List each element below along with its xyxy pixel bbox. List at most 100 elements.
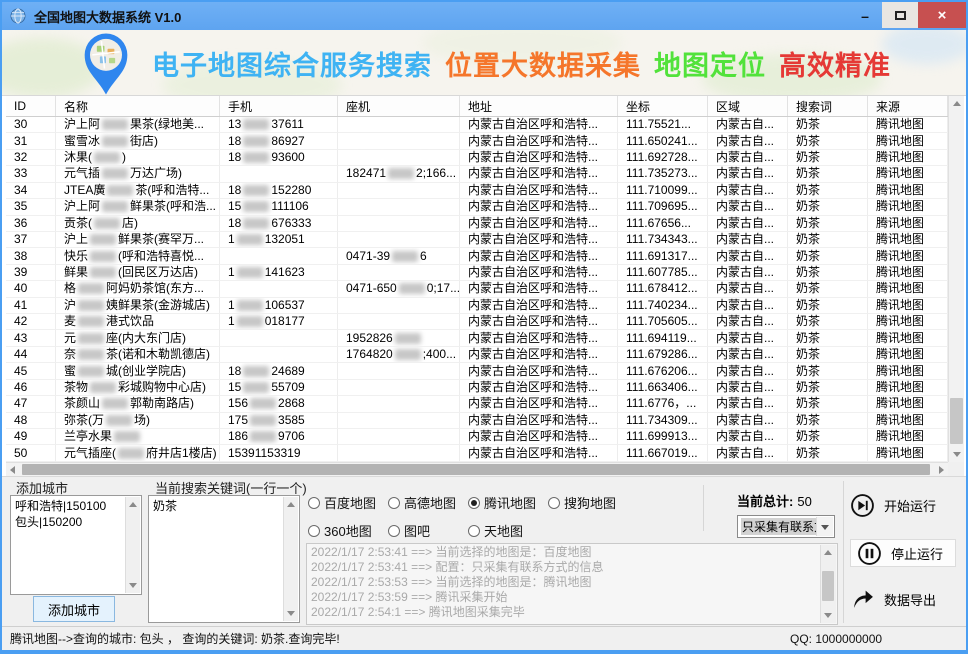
cell-landline: 1764820;400... [338,347,460,363]
table-row[interactable]: 41沪姨鲜果茶(金游城店)1106537内蒙古自治区呼和浩特...111.740… [6,298,948,314]
column-header-source[interactable]: 来源 [868,96,948,116]
column-header-landline[interactable]: 座机 [338,96,460,116]
radio-icon[interactable] [388,497,400,509]
cell-name: 蜜雪冰街店) [56,133,220,149]
radio-map-6[interactable]: 图吧 [388,521,468,540]
table-row[interactable]: 46茶物彩城购物中心店)1555709内蒙古自治区呼和浩特...111.6634… [6,380,948,396]
banner-headline: 电子地图综合服务搜索位置大数据采集地图定位高效精准 [152,30,891,96]
table-row[interactable]: 47茶颜山郭勒南路店)1562868内蒙古自治区呼和浩特...111.6776，… [6,396,948,412]
table-row[interactable]: 42麦港式饮品1018177内蒙古自治区呼和浩特...111.705605...… [6,314,948,330]
table-row[interactable]: 43元座(内大东门店)1952826内蒙古自治区呼和浩特...111.69411… [6,330,948,346]
radio-icon[interactable] [468,525,480,537]
panel-divider [843,481,844,623]
log-scrollbar[interactable] [820,545,836,623]
column-header-keyword[interactable]: 搜索词 [788,96,868,116]
table-row[interactable]: 49兰亭水果1869706内蒙古自治区呼和浩特...111.699913...内… [6,429,948,445]
scroll-down-icon[interactable] [824,613,832,618]
start-run-button[interactable]: 开始运行 [850,491,956,519]
table-row[interactable]: 45蜜城(创业学院店)1824689内蒙古自治区呼和浩特...111.67620… [6,363,948,379]
minimize-button[interactable]: – [848,2,882,30]
horizontal-scroll-thumb[interactable] [22,464,930,475]
window-title: 全国地图大数据系统 V1.0 [34,7,181,26]
table-row[interactable]: 30沪上阿果茶(绿地美...1337611内蒙古自治区呼和浩特...111.75… [6,117,948,133]
radio-map-2[interactable]: 高德地图 [388,493,468,512]
app-window: 全国地图大数据系统 V1.0 – × 电子地图综合服务搜索位置大数据采集地图定位… [0,0,968,654]
cell-id: 32 [6,150,56,166]
column-header-name[interactable]: 名称 [56,96,220,116]
table-row[interactable]: 48弥茶(万场)1753585内蒙古自治区呼和浩特...111.734309..… [6,413,948,429]
scroll-up-icon[interactable] [824,550,832,555]
cell-keyword: 奶茶 [788,380,868,396]
radio-map-7[interactable]: 天地图 [468,521,548,540]
column-header-coord[interactable]: 坐标 [618,96,708,116]
column-header-region[interactable]: 区域 [708,96,788,116]
horizontal-scrollbar[interactable] [6,462,948,476]
scroll-right-icon[interactable] [939,466,944,474]
radio-label: 天地图 [484,521,523,540]
radio-selected-icon[interactable] [468,497,480,509]
table-row[interactable]: 39鲜果(回民区万达店)1141623内蒙古自治区呼和浩特...111.6077… [6,265,948,281]
maximize-button[interactable] [882,2,918,28]
cell-address: 内蒙古自治区呼和浩特... [460,133,618,149]
radio-map-5[interactable]: 360地图 [308,521,388,540]
cell-coord: 111.692728... [618,150,708,166]
scroll-up-icon[interactable] [287,502,295,507]
cell-region: 内蒙古自... [708,363,788,379]
city-list-scrollbar[interactable] [125,497,140,593]
vertical-scrollbar[interactable] [948,96,964,462]
keywords-scrollbar[interactable] [283,497,298,621]
redacted-blur [250,415,276,426]
table-row[interactable]: 35沪上阿鲜果茶(呼和浩...15111106内蒙古自治区呼和浩特...111.… [6,199,948,215]
scroll-down-icon[interactable] [129,583,137,588]
keywords-input[interactable]: 奶茶 [148,495,300,623]
banner-segment: 高效精准 [779,44,891,83]
scroll-down-icon[interactable] [953,452,961,457]
column-header-address[interactable]: 地址 [460,96,618,116]
table-row[interactable]: 31蜜雪冰街店)1886927内蒙古自治区呼和浩特...111.650241..… [6,133,948,149]
table-row[interactable]: 37沪上鲜果茶(赛罕万...1132051内蒙古自治区呼和浩特...111.73… [6,232,948,248]
radio-map-1[interactable]: 百度地图 [308,493,388,512]
scroll-left-icon[interactable] [10,466,15,474]
cell-coord: 111.667019... [618,445,708,461]
collect-filter-dropdown[interactable]: 只采集有联系方 [737,515,835,538]
column-header-id[interactable]: ID [6,96,56,116]
table-row[interactable]: 50元气插座(府井店1楼店)15391153319内蒙古自治区呼和浩特...11… [6,445,948,461]
add-city-button[interactable]: 添加城市 [33,596,115,622]
city-list-input[interactable]: 呼和浩特|150100 包头|150200 [10,495,142,595]
cell-keyword: 奶茶 [788,117,868,133]
radio-icon[interactable] [308,525,320,537]
export-data-button[interactable]: 数据导出 [850,585,956,613]
radio-icon[interactable] [308,497,320,509]
table-row[interactable]: 38快乐(呼和浩特喜悦...0471-396内蒙古自治区呼和浩特...111.6… [6,248,948,264]
cell-landline [338,133,460,149]
cell-source: 腾讯地图 [868,298,948,314]
vertical-scroll-thumb[interactable] [950,398,963,444]
table-row[interactable]: 32沐果()1893600内蒙古自治区呼和浩特...111.692728...内… [6,150,948,166]
table-row[interactable]: 33元气插万达广场)1824712;166...内蒙古自治区呼和浩特...111… [6,166,948,182]
redacted-blur [243,136,269,147]
table-row[interactable]: 36贡茶(店)18676333内蒙古自治区呼和浩特...111.67656...… [6,216,948,232]
total-count-label: 当前总计: [737,494,793,509]
table-row[interactable]: 34JTEA廣茶(呼和浩特...18152280内蒙古自治区呼和浩特...111… [6,183,948,199]
cell-region: 内蒙古自... [708,265,788,281]
log-scroll-thumb[interactable] [822,571,834,601]
column-header-phone[interactable]: 手机 [220,96,338,116]
radio-icon[interactable] [548,497,560,509]
cell-address: 内蒙古自治区呼和浩特... [460,363,618,379]
chevron-down-icon[interactable] [816,517,833,536]
banner-segment: 电子地图综合服务搜索 [152,44,432,83]
table-row[interactable]: 44奈茶(诺和木勒凯德店)1764820;400...内蒙古自治区呼和浩特...… [6,347,948,363]
radio-map-4[interactable]: 搜狗地图 [548,493,628,512]
cell-id: 44 [6,347,56,363]
cell-region: 内蒙古自... [708,281,788,297]
scroll-up-icon[interactable] [129,502,137,507]
cell-address: 内蒙古自治区呼和浩特... [460,265,618,281]
radio-map-3[interactable]: 腾讯地图 [468,493,548,512]
redacted-blur [102,119,128,130]
stop-run-button[interactable]: 停止运行 [850,539,956,567]
radio-icon[interactable] [388,525,400,537]
close-button[interactable]: × [918,2,966,28]
scroll-down-icon[interactable] [287,611,295,616]
table-row[interactable]: 40格阿妈奶茶馆(东方...0471-6500;17...内蒙古自治区呼和浩特.… [6,281,948,297]
scroll-up-icon[interactable] [953,101,961,106]
